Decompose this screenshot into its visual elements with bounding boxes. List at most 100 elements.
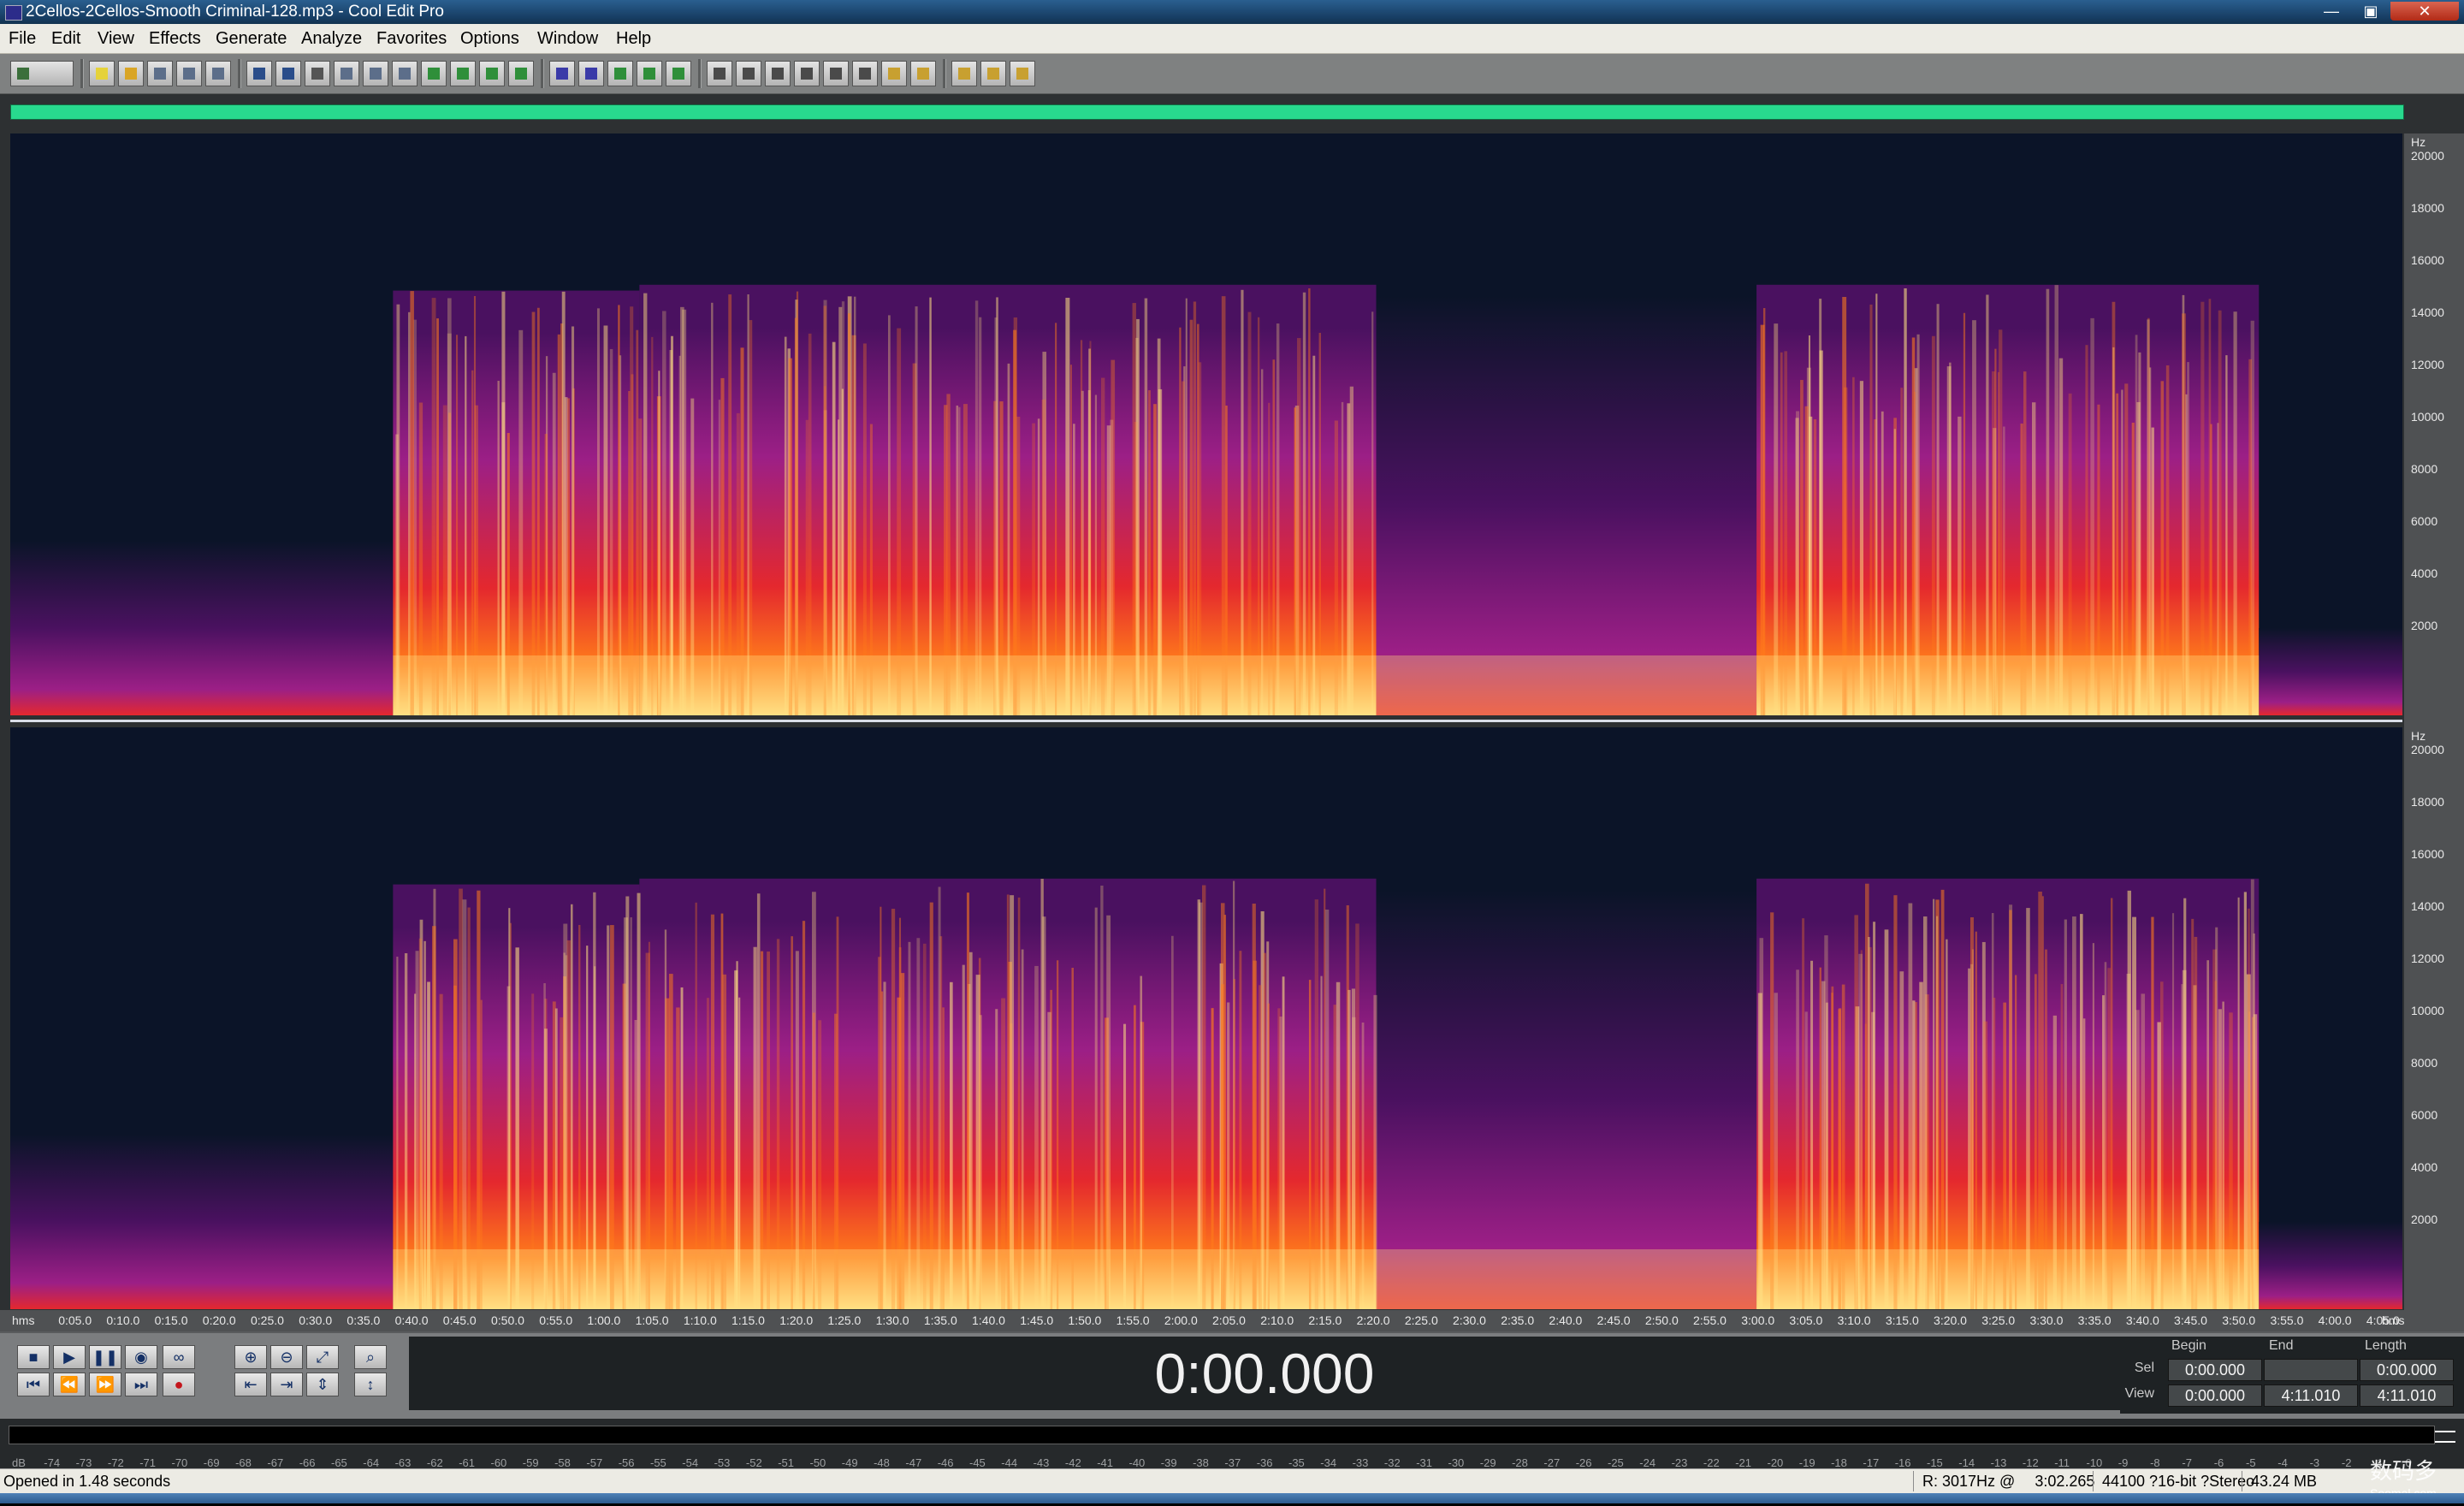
sel-begin-field[interactable]: 0:00.000 — [2168, 1359, 2262, 1381]
spectral-display[interactable] — [10, 133, 2402, 1310]
zoom-vertical-out-icon[interactable]: ↕ — [354, 1373, 387, 1396]
zoom-out-icon[interactable]: ⊖ — [270, 1345, 303, 1369]
zoom-right-icon[interactable]: ⇥ — [270, 1373, 303, 1396]
minimize-button[interactable]: — — [2312, 2, 2351, 21]
waveform-editor: Hz 20000 18000 16000 14000 12000 10000 8000 6000… — [0, 94, 2464, 1331]
tone-icon[interactable] — [765, 61, 791, 86]
view-begin-field[interactable]: 0:00.000 — [2168, 1384, 2262, 1407]
playlist-icon[interactable] — [707, 61, 732, 86]
go-to-start-icon[interactable]: ⏮ — [17, 1373, 50, 1396]
copy-icon[interactable] — [334, 61, 359, 86]
statistics-icon[interactable] — [637, 61, 662, 86]
go-to-end-icon[interactable]: ⏭ — [125, 1373, 157, 1396]
cut-icon[interactable] — [305, 61, 330, 86]
frequency-analysis-icon[interactable] — [607, 61, 633, 86]
view-end-field[interactable]: 4:11.010 — [2264, 1384, 2358, 1407]
pause-icon[interactable]: ❚❚ — [89, 1345, 121, 1369]
spectral-transient — [477, 890, 481, 1309]
view-length-field[interactable]: 4:11.010 — [2360, 1384, 2454, 1407]
transport-panel: 0:00.000 Begin End Length Sel 0:00.000 0… — [0, 1331, 2464, 1419]
paste-icon[interactable] — [363, 61, 388, 86]
frequency-tick-label: 16000 — [2411, 847, 2444, 861]
save-as-icon[interactable] — [176, 61, 202, 86]
rewind-icon[interactable]: ⏪ — [53, 1373, 86, 1396]
zoom-vertical-in-icon[interactable]: ⇕ — [306, 1373, 339, 1396]
help-icon[interactable] — [1010, 61, 1035, 86]
windows-taskbar — [0, 1493, 2464, 1503]
level-meter-tick: -55 — [650, 1456, 666, 1469]
time-tick-label: hms — [12, 1313, 35, 1327]
undo-icon[interactable] — [246, 61, 272, 86]
menu-analyze[interactable]: Analyze — [301, 24, 362, 53]
menu-generate[interactable]: Generate — [216, 24, 287, 53]
fast-forward-icon[interactable]: ⏩ — [89, 1373, 121, 1396]
level-meter-tick: -22 — [1703, 1456, 1720, 1469]
script-icon[interactable] — [951, 61, 977, 86]
preferences-icon[interactable] — [852, 61, 878, 86]
level-meter-tick: -59 — [522, 1456, 539, 1469]
level-meter-tick: -12 — [2022, 1456, 2039, 1469]
level-meter-tick: -28 — [1512, 1456, 1528, 1469]
multitrack-view-icon[interactable] — [10, 61, 74, 86]
level-meter-tick: -39 — [1160, 1456, 1177, 1469]
zoom-full-icon[interactable]: ⤢ — [306, 1345, 339, 1369]
play-to-end-icon[interactable]: ◉ — [125, 1345, 157, 1369]
help-icon[interactable] — [910, 61, 936, 86]
close-button[interactable]: ✕ — [2390, 2, 2459, 21]
time-tick-label: 1:55.0 — [1116, 1313, 1150, 1327]
spectral-transient — [2200, 301, 2205, 715]
overview-bar[interactable] — [10, 104, 2404, 120]
menu-file[interactable]: File — [9, 24, 36, 53]
spectral-transient — [561, 291, 566, 715]
script-icon[interactable] — [881, 61, 907, 86]
spectral-transient — [1040, 879, 1044, 1309]
menu-edit[interactable]: Edit — [51, 24, 80, 53]
dtmf-icon[interactable] — [823, 61, 849, 86]
paste-new-icon[interactable] — [421, 61, 447, 86]
menu-favorites[interactable]: Favorites — [376, 24, 447, 53]
trim-icon[interactable] — [450, 61, 476, 86]
level-meter-tick: -56 — [618, 1456, 635, 1469]
edit-spectrum-icon[interactable] — [508, 61, 534, 86]
maximize-button[interactable]: ▣ — [2351, 2, 2390, 21]
repeat-icon[interactable] — [479, 61, 505, 86]
time-tick-label: 2:30.0 — [1453, 1313, 1486, 1327]
print-icon[interactable] — [205, 61, 231, 86]
save-icon[interactable] — [147, 61, 173, 86]
redo-icon[interactable] — [275, 61, 301, 86]
noise-icon[interactable] — [794, 61, 820, 86]
length-header: Length — [2365, 1338, 2407, 1353]
time-tick-label: 2:00.0 — [1164, 1313, 1198, 1327]
waveform-view-icon[interactable] — [549, 61, 575, 86]
spectral-transient — [728, 294, 732, 715]
menu-window[interactable]: Window — [537, 24, 598, 53]
sel-end-field[interactable] — [2264, 1359, 2358, 1381]
sel-length-field[interactable]: 0:00.000 — [2360, 1359, 2454, 1381]
menu-effects[interactable]: Effects — [149, 24, 201, 53]
marker-list-icon[interactable] — [666, 61, 691, 86]
spectral-transient — [915, 306, 918, 715]
record-icon[interactable]: ● — [163, 1373, 195, 1396]
zoom-left-icon[interactable]: ⇤ — [234, 1373, 267, 1396]
menu-view[interactable]: View — [98, 24, 134, 53]
menu-help[interactable]: Help — [616, 24, 651, 53]
zoom-selection-icon[interactable]: ⌕ — [354, 1345, 387, 1369]
spectral-transient — [796, 291, 799, 715]
loop-icon[interactable]: ∞ — [163, 1345, 195, 1369]
help-icon[interactable] — [980, 61, 1006, 86]
play-icon[interactable]: ▶ — [53, 1345, 86, 1369]
new-file-icon[interactable] — [89, 61, 115, 86]
cue-list-icon[interactable] — [736, 61, 761, 86]
spectral-transient — [1247, 311, 1252, 715]
stop-icon[interactable]: ■ — [17, 1345, 50, 1369]
menu-options[interactable]: Options — [460, 24, 519, 53]
open-file-icon[interactable] — [118, 61, 144, 86]
zoom-in-icon[interactable]: ⊕ — [234, 1345, 267, 1369]
spectral-transient — [410, 291, 414, 715]
time-tick-label: 1:05.0 — [635, 1313, 669, 1327]
spectral-view-icon[interactable] — [578, 61, 604, 86]
level-meter-tick: -15 — [1927, 1456, 1943, 1469]
mix-paste-icon[interactable] — [392, 61, 418, 86]
level-meter-tick: -32 — [1383, 1456, 1401, 1469]
spectral-transient — [473, 295, 477, 715]
